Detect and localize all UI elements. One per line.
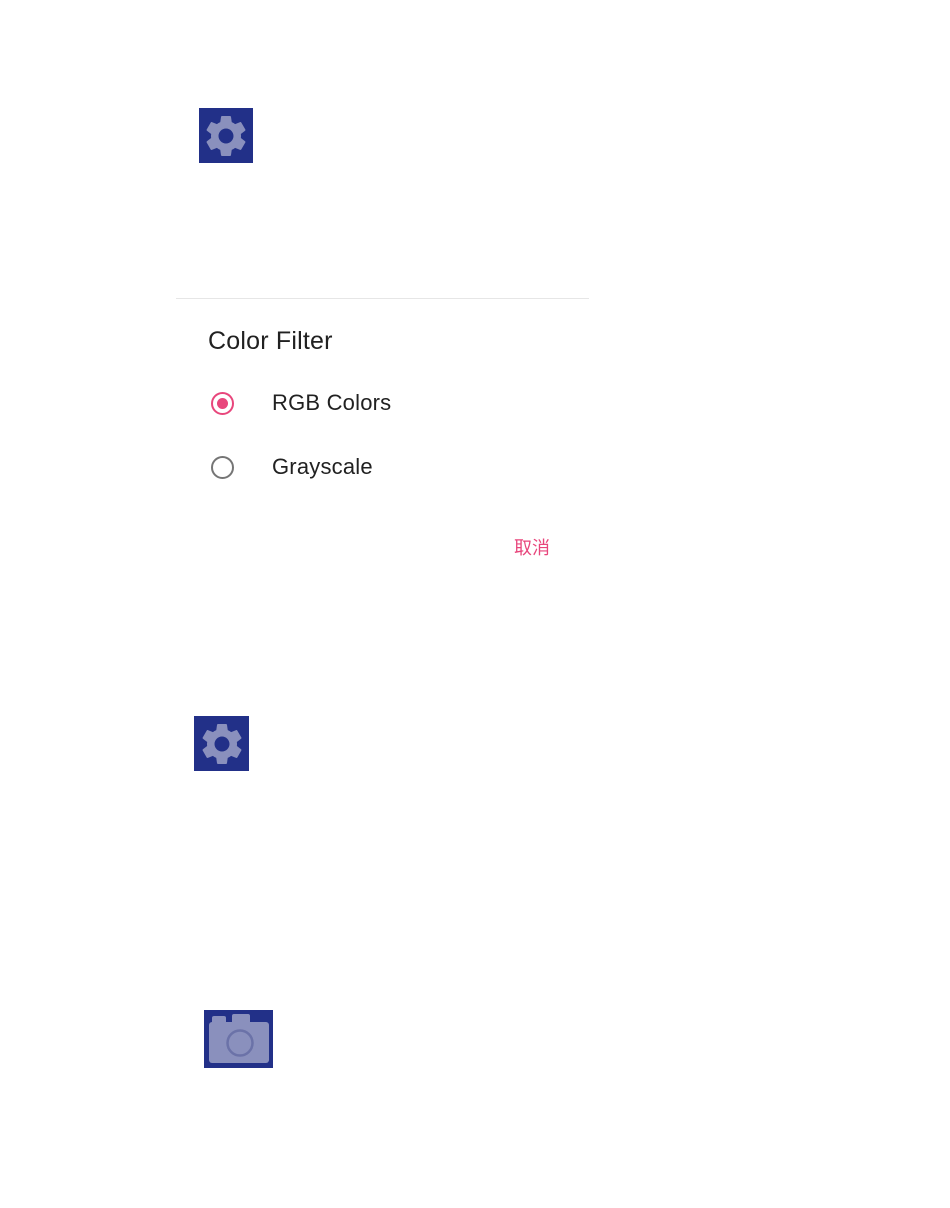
settings-gear-icon-top[interactable] <box>199 108 253 163</box>
radio-button-checked[interactable] <box>211 391 234 415</box>
cancel-button[interactable]: 取消 <box>502 533 562 561</box>
dialog-title: Color Filter <box>208 327 333 355</box>
gear-icon <box>206 115 246 156</box>
radio-button-unchecked[interactable] <box>211 455 234 479</box>
camera-button[interactable] <box>204 1010 273 1068</box>
option-grayscale[interactable]: Grayscale <box>206 445 566 489</box>
camera-icon <box>208 1014 269 1063</box>
gear-icon <box>202 723 241 764</box>
option-label-grayscale: Grayscale <box>272 454 373 479</box>
settings-gear-icon-bottom[interactable] <box>194 716 249 771</box>
color-filter-dialog: Color Filter RGB Colors Grayscale 取消 <box>176 299 589 585</box>
option-rgb-colors[interactable]: RGB Colors <box>206 381 566 425</box>
option-label-rgb-colors: RGB Colors <box>272 390 392 415</box>
